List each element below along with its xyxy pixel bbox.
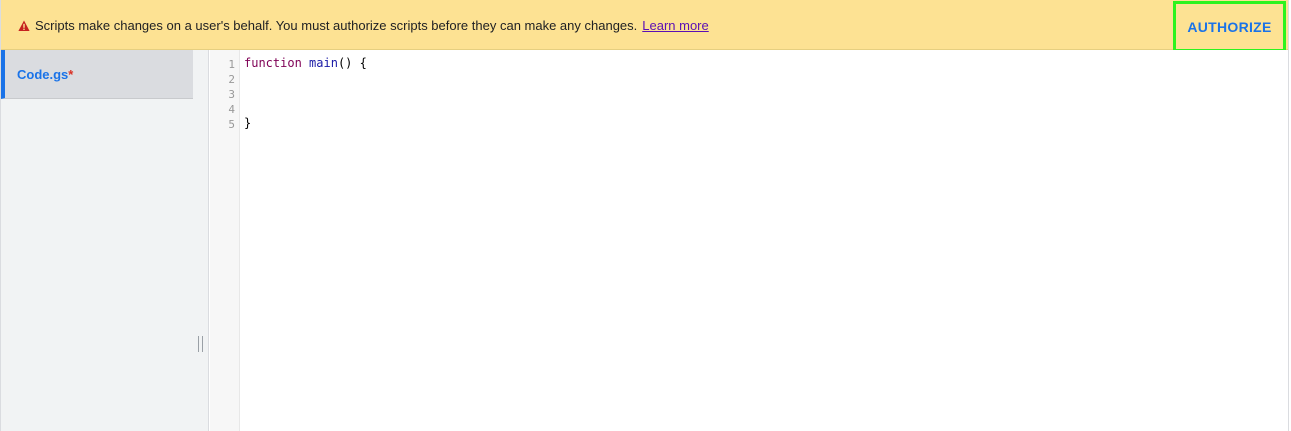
keyword-token: function: [244, 56, 302, 70]
file-name: Code.gs*: [17, 67, 74, 82]
line-number: 3: [228, 88, 235, 101]
line-number: 4: [228, 103, 235, 116]
code-token: () {: [337, 56, 367, 70]
banner-message-row: Scripts make changes on a user's behalf.…: [35, 17, 709, 35]
authorize-button[interactable]: AUTHORIZE: [1173, 1, 1286, 52]
line-number: 2: [228, 73, 235, 86]
banner-message: Scripts make changes on a user's behalf.…: [35, 18, 638, 33]
learn-more-link[interactable]: Learn more: [642, 18, 708, 33]
sidebar-resize-handle[interactable]: [197, 336, 205, 354]
function-name-token: main: [309, 56, 338, 70]
unsaved-indicator: *: [68, 67, 74, 82]
warning-triangle-icon: [18, 20, 30, 31]
code-line: function main() {: [244, 56, 367, 71]
code-editor[interactable]: function main() { }: [240, 50, 1288, 431]
authorization-warning-banner: Scripts make changes on a user's behalf.…: [1, 0, 1288, 52]
file-tab-code-gs[interactable]: Code.gs*: [1, 50, 193, 99]
line-number: 1: [228, 58, 235, 71]
line-number-gutter: 1 2 3 4 5: [210, 50, 240, 431]
line-number: 5: [228, 118, 235, 131]
code-line: }: [244, 116, 252, 130]
file-sidebar: Code.gs*: [1, 50, 209, 431]
